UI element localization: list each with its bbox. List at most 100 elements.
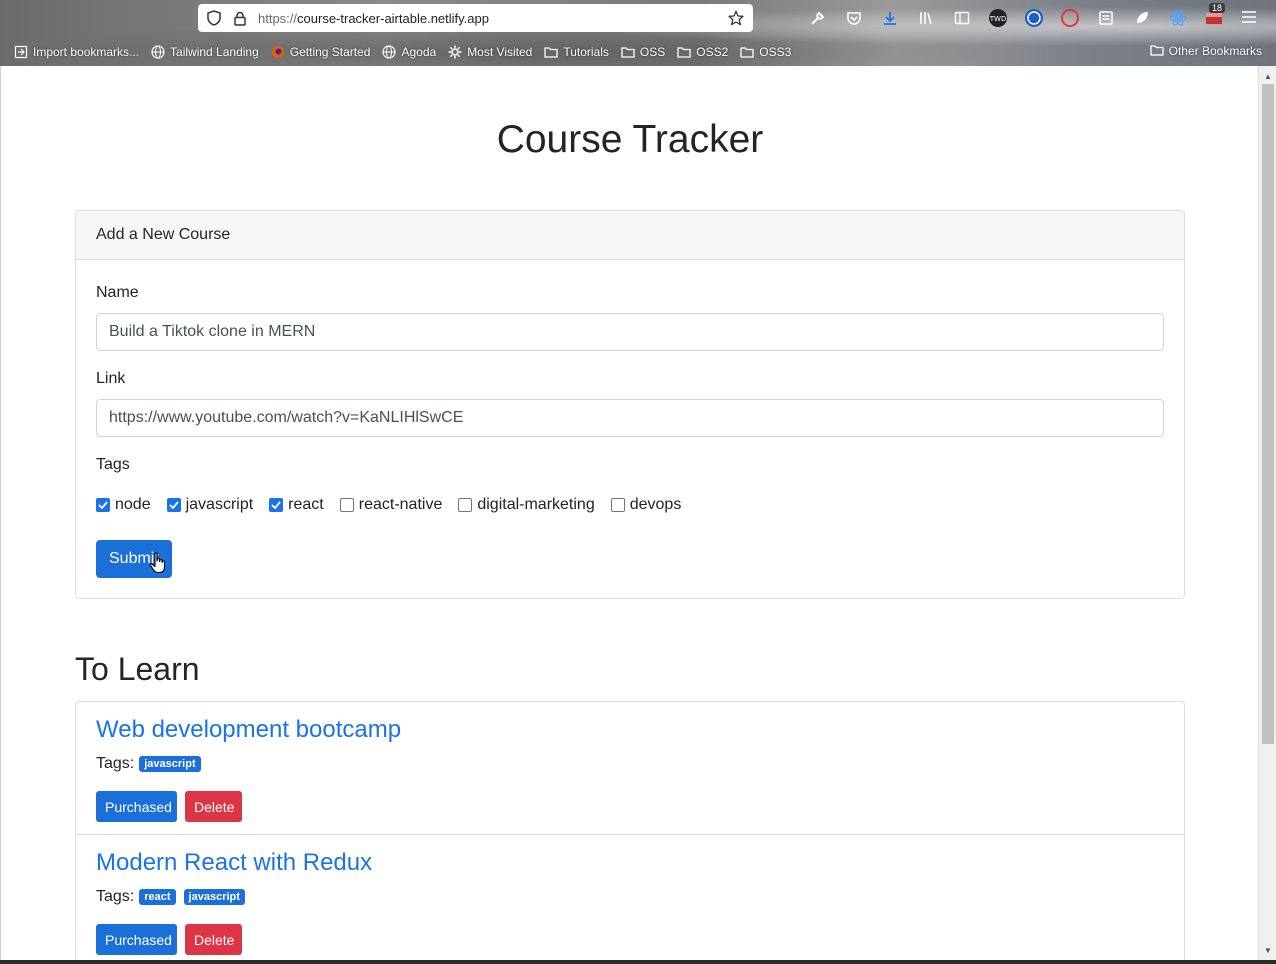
page-viewport: Course Tracker Add a New Course Name Bui…: [0, 66, 1258, 960]
folder-icon: [677, 45, 691, 59]
bookmark-label: OSS2: [696, 45, 729, 59]
checkbox[interactable]: [96, 498, 110, 512]
tag-checkbox-label: javascript: [185, 496, 254, 513]
checkbox[interactable]: [269, 498, 284, 512]
bookmark-item[interactable]: Most Visited: [448, 45, 532, 59]
bookmark-label: OSS: [639, 45, 666, 59]
link-input[interactable]: https://www.youtube.com/watch?v=KaNLIHlS…: [96, 399, 1164, 437]
gear-icon: [448, 45, 462, 59]
bookmark-item[interactable]: OSS: [621, 45, 665, 59]
checkbox[interactable]: [339, 498, 354, 512]
bookmark-label: Tailwind Landing: [170, 45, 259, 59]
tag-checkbox-digital-marketing[interactable]: digital-marketing: [458, 496, 595, 514]
tag-badge: react: [139, 889, 176, 905]
notes-icon[interactable]: [1093, 7, 1119, 29]
tag-badge: javascript: [183, 889, 245, 905]
tag-checkbox-javascript[interactable]: javascript: [166, 496, 254, 514]
vertical-scrollbar[interactable]: ▲ ▼: [1258, 66, 1276, 960]
to-learn-heading: To Learn: [75, 651, 200, 687]
extensions-toolbar: TWD: [805, 6, 1237, 30]
tag-checkbox-devops[interactable]: devops: [610, 496, 681, 514]
bookmark-item[interactable]: Agoda: [382, 45, 436, 59]
globe-icon: [151, 45, 165, 59]
globe-icon: [382, 45, 397, 59]
purchased-button[interactable]: Purchased: [96, 791, 177, 822]
bookmark-item[interactable]: Tutorials: [544, 45, 609, 59]
tag-checkbox-label: node: [115, 496, 151, 513]
tag-checkbox-label: digital-marketing: [477, 496, 595, 513]
hand-pointer-cursor-icon: [149, 552, 166, 574]
svg-text:TWD: TWD: [989, 15, 1007, 23]
red-extension-icon[interactable]: [1057, 7, 1083, 29]
import-icon: [14, 45, 28, 59]
taskbar-edge: [0, 960, 1276, 964]
purchased-button[interactable]: Purchased: [96, 924, 177, 955]
url-host: course-tracker-airtable.netlify.app: [297, 10, 489, 26]
course-title-link[interactable]: Modern React with Redux: [96, 849, 372, 877]
bookmark-label: Agoda: [401, 45, 437, 59]
wrench-icon[interactable]: [805, 7, 831, 29]
twd-extension-icon[interactable]: TWD: [985, 7, 1011, 29]
hamburger-menu-icon[interactable]: [1240, 8, 1258, 26]
bookmark-label: Import bookmarks...: [33, 45, 140, 59]
extension-badge: 18: [1209, 3, 1226, 13]
bookmark-item[interactable]: Import bookmarks...: [14, 45, 139, 59]
bookmarks-bar: Import bookmarks... Tailwind Landing Getti…: [0, 40, 1276, 64]
browser-chrome: https://course-tracker-airtable.netlify.…: [0, 0, 1276, 66]
folder-icon: [621, 45, 635, 59]
page-title: Course Tracker: [496, 118, 764, 161]
tag-checkbox-node[interactable]: node: [96, 496, 151, 514]
course-title-link[interactable]: Web development bootcamp: [96, 716, 401, 744]
shield-icon[interactable]: [206, 10, 222, 26]
scroll-thumb[interactable]: [1262, 84, 1274, 744]
url-text[interactable]: https://course-tracker-airtable.netlify.…: [258, 11, 727, 26]
tags-label: Tags:: [96, 888, 135, 905]
sidebar-icon[interactable]: [949, 7, 975, 29]
bookmark-star-icon[interactable]: [727, 9, 745, 27]
checkbox[interactable]: [166, 498, 181, 512]
folder-icon: [1149, 44, 1164, 58]
checkbox[interactable]: [458, 498, 473, 512]
react-devtools-icon[interactable]: [1165, 7, 1191, 29]
bookmark-item[interactable]: OSS3: [740, 45, 791, 59]
download-icon[interactable]: [877, 7, 903, 29]
bookmark-item[interactable]: Getting Started: [271, 45, 371, 59]
scroll-up-arrow-icon[interactable]: ▲: [1259, 68, 1276, 84]
course-item: Web development bootcamp Tags: javascrip…: [76, 702, 1184, 835]
wordpress-icon[interactable]: [1021, 7, 1047, 29]
tag-badge: javascript: [139, 756, 201, 772]
folder-icon: [544, 45, 558, 59]
other-bookmarks-label: Other Bookmarks: [1168, 44, 1262, 58]
url-protocol: https://: [258, 10, 298, 26]
course-item: Modern React with Redux Tags: react java…: [76, 835, 1184, 960]
card-header: Add a New Course: [76, 211, 1184, 260]
tags-label: Tags:: [96, 755, 135, 772]
course-tags: Tags: react javascript: [96, 888, 245, 906]
bookmark-item[interactable]: OSS2: [677, 45, 728, 59]
other-bookmarks[interactable]: Other Bookmarks: [1149, 44, 1262, 58]
delete-button[interactable]: Delete: [185, 924, 242, 955]
delete-button[interactable]: Delete: [185, 791, 242, 822]
course-actions: Purchased Delete: [96, 791, 250, 822]
bookmark-item[interactable]: Tailwind Landing: [151, 45, 259, 59]
bookmark-label: Tutorials: [563, 45, 609, 59]
link-label: Link: [96, 370, 126, 387]
checkbox[interactable]: [610, 498, 625, 512]
course-tags: Tags: javascript: [96, 755, 201, 773]
pocket-icon[interactable]: [841, 7, 867, 29]
course-list: Web development bootcamp Tags: javascrip…: [75, 701, 1185, 960]
lock-icon[interactable]: [232, 10, 248, 26]
bookmark-label: Getting Started: [289, 45, 371, 59]
library-icon[interactable]: [913, 7, 939, 29]
address-bar[interactable]: https://course-tracker-airtable.netlify.…: [198, 4, 753, 32]
bookmark-label: Most Visited: [467, 45, 533, 59]
bookmark-label: OSS3: [759, 45, 792, 59]
tag-checkbox-react[interactable]: react: [269, 496, 324, 514]
tag-checkbox-react-native[interactable]: react-native: [339, 496, 442, 514]
name-input[interactable]: Build a Tiktok clone in MERN: [96, 313, 1164, 351]
scroll-down-arrow-icon[interactable]: ▼: [1259, 942, 1276, 958]
name-label: Name: [96, 284, 139, 301]
tags-label: Tags: [96, 456, 130, 473]
leaf-extension-icon[interactable]: [1129, 7, 1155, 29]
course-actions: Purchased Delete: [96, 924, 250, 955]
